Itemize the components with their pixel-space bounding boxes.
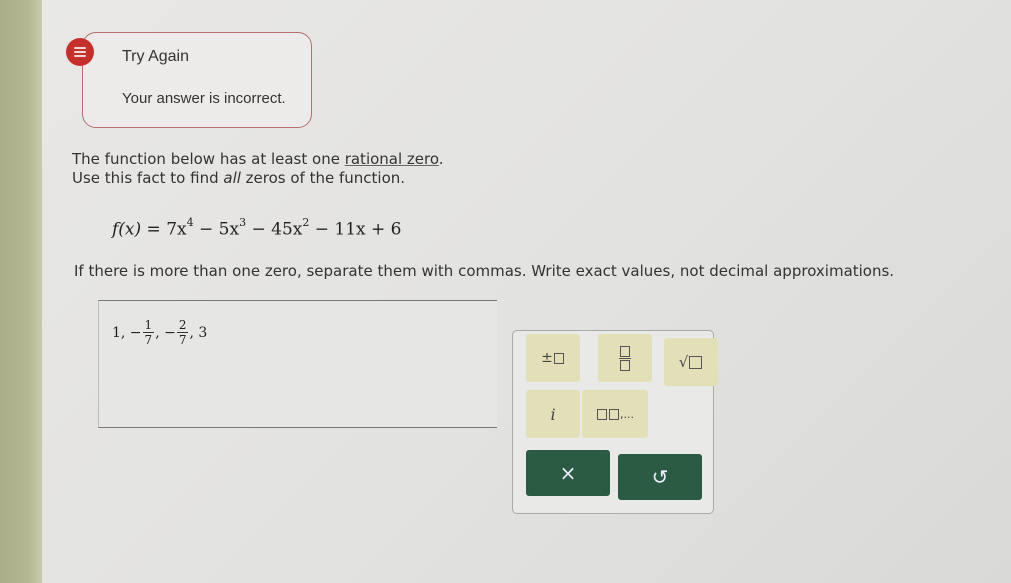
fraction-two-sevenths: 27 <box>176 318 189 347</box>
undo-button[interactable]: ↺ <box>618 454 702 500</box>
function-expression: f(x) = 7x4 − 5x3 − 45x2 − 11x + 6 <box>112 216 402 240</box>
rational-zero-link[interactable]: rational zero <box>345 150 439 168</box>
plus-minus-key[interactable]: ± <box>526 334 580 382</box>
square-root-icon: √ <box>678 353 689 371</box>
fraction-key[interactable] <box>598 334 652 382</box>
list-key[interactable]: ,... <box>582 390 648 438</box>
numerator-box-icon <box>620 345 630 357</box>
clear-button[interactable]: × <box>526 450 610 496</box>
feedback-panel <box>82 32 312 128</box>
answer-value: 1, − 17 , − 27 , 3 <box>112 318 208 347</box>
list-box-icon <box>597 408 607 420</box>
fraction-one-seventh: 17 <box>142 318 155 347</box>
left-margin-strip <box>0 0 42 583</box>
feedback-alert-icon <box>66 38 94 66</box>
question-line-1: The function below has at least one rati… <box>72 150 444 168</box>
placeholder-box-icon <box>553 352 564 364</box>
answer-instructions: If there is more than one zero, separate… <box>74 262 895 280</box>
list-box-icon <box>609 408 619 420</box>
square-root-key[interactable]: √ <box>664 338 718 386</box>
imaginary-unit-key[interactable]: i <box>526 390 580 438</box>
question-line-2: Use this fact to find all zeros of the f… <box>72 169 406 187</box>
denominator-box-icon <box>620 359 630 371</box>
feedback-message: Your answer is incorrect. <box>122 90 286 107</box>
feedback-title: Try Again <box>122 48 189 65</box>
